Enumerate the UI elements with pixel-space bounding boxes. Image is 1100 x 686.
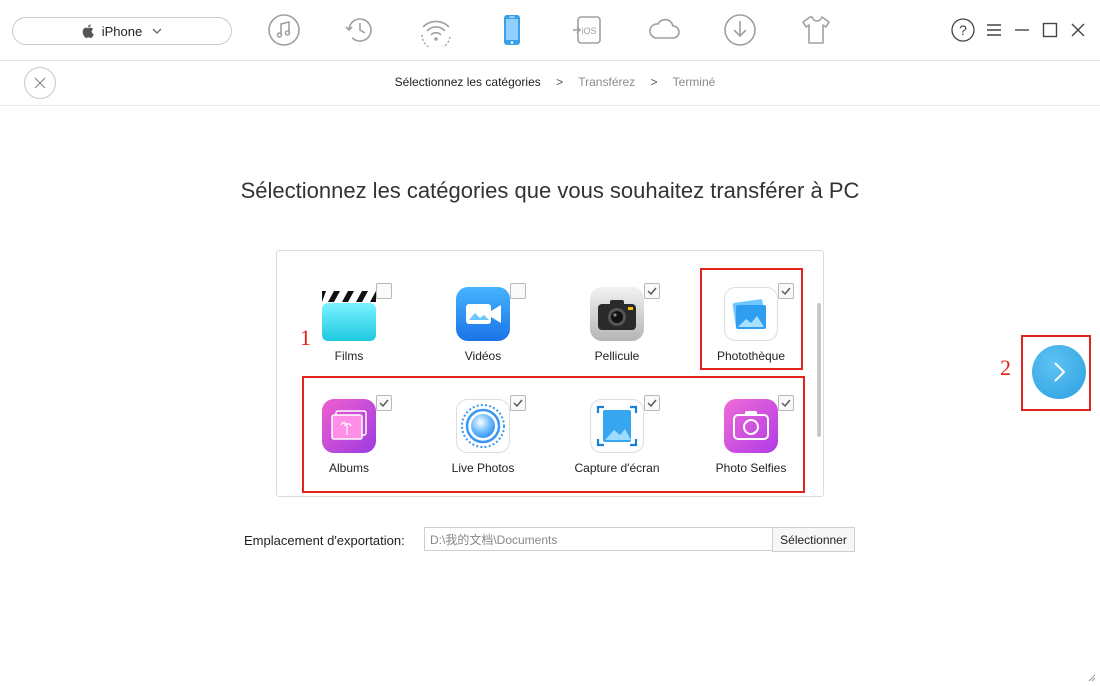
- svg-text:iOS: iOS: [581, 26, 596, 36]
- breadcrumb-step-done: Terminé: [672, 75, 716, 89]
- annotation-box-photo-categories: [302, 376, 805, 493]
- checkbox-films[interactable]: [376, 283, 392, 299]
- export-location-label: Emplacement d'exportation:: [244, 533, 405, 548]
- device-name: iPhone: [101, 23, 143, 39]
- tshirt-icon[interactable]: [798, 12, 834, 48]
- phone-manager-icon[interactable]: [494, 12, 530, 48]
- resize-grip-icon[interactable]: [1086, 672, 1096, 682]
- breadcrumb-bar: Sélectionnez les catégories > Transférez…: [0, 61, 1100, 106]
- close-window-icon[interactable]: [1068, 20, 1088, 40]
- checkbox-videos[interactable]: [510, 283, 526, 299]
- annotation-box-photo-library: [700, 268, 803, 370]
- category-label: Vidéos: [464, 349, 502, 363]
- breadcrumb-step-transfer: Transférez: [578, 75, 636, 89]
- apple-icon: [82, 24, 94, 38]
- category-camera-roll[interactable]: Pellicule: [552, 279, 682, 379]
- help-icon[interactable]: ?: [950, 17, 976, 43]
- category-videos[interactable]: Vidéos: [418, 279, 548, 379]
- top-toolbar: iPhone iOS ?: [0, 0, 1100, 61]
- breadcrumb-separator: >: [556, 75, 564, 89]
- minimize-icon[interactable]: [1012, 20, 1032, 40]
- chevron-down-icon: [152, 28, 162, 34]
- page-title: Sélectionnez les catégories que vous sou…: [240, 178, 860, 203]
- next-button[interactable]: [1032, 345, 1086, 399]
- breadcrumb-step-select: Sélectionnez les catégories: [394, 75, 541, 89]
- device-selector[interactable]: iPhone: [12, 17, 232, 45]
- menu-icon[interactable]: [984, 20, 1004, 40]
- export-path-field[interactable]: D:\我的文档\Documents: [424, 527, 772, 551]
- video-camera-icon: [456, 287, 510, 341]
- checkbox-camera-roll[interactable]: [644, 283, 660, 299]
- breadcrumb-separator: >: [650, 75, 658, 89]
- category-label: Pellicule: [594, 349, 640, 363]
- wifi-sync-icon[interactable]: [418, 12, 454, 48]
- ios-mover-icon[interactable]: iOS: [570, 12, 606, 48]
- annotation-number-2: 2: [1000, 355, 1011, 380]
- svg-text:?: ?: [959, 22, 967, 38]
- category-label: Films: [334, 349, 364, 363]
- download-icon[interactable]: [722, 12, 758, 48]
- camera-roll-icon: [590, 287, 644, 341]
- checkmark-icon: [647, 287, 657, 295]
- annotation-number-1: 1: [300, 325, 311, 350]
- scrollbar[interactable]: [817, 303, 821, 437]
- maximize-icon[interactable]: [1040, 20, 1060, 40]
- select-folder-button[interactable]: Sélectionner: [772, 527, 855, 552]
- breadcrumb: Sélectionnez les catégories > Transférez…: [0, 75, 1100, 89]
- icloud-icon[interactable]: [646, 12, 682, 48]
- film-clapper-icon: [322, 287, 376, 341]
- chevron-right-icon: [1054, 362, 1066, 382]
- history-icon[interactable]: [342, 12, 378, 48]
- music-icon[interactable]: [266, 12, 302, 48]
